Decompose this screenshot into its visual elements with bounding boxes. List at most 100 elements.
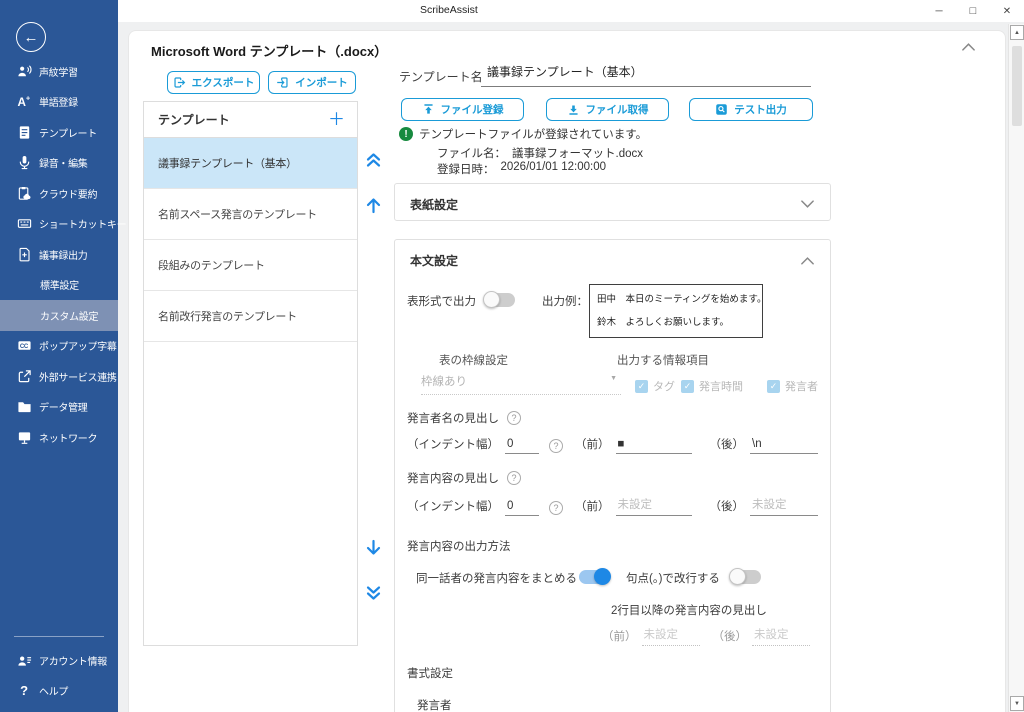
- file-name-row: ファイル名： 議事録フォーマット.docx: [437, 145, 643, 161]
- import-button[interactable]: インポート: [268, 71, 356, 94]
- export-button[interactable]: エクスポート: [167, 71, 260, 94]
- test-output-button[interactable]: テスト出力: [689, 98, 813, 121]
- vertical-scrollbar[interactable]: ▲ ▼: [1008, 24, 1024, 712]
- registered-date-value: 2026/01/01 12:00:00: [501, 161, 607, 177]
- checkbox-speaker-group: ✓発言者: [767, 378, 818, 394]
- merge-toggle-label: 同一話者の発言内容をまとめる: [416, 570, 577, 586]
- minimize-button[interactable]: ─: [924, 0, 954, 22]
- help-icon[interactable]: ?: [549, 439, 563, 453]
- indent-width-label: （インデント幅）: [407, 498, 499, 516]
- sidebar-item-shortcut-keys[interactable]: ショートカットキー: [0, 209, 118, 240]
- add-template-button[interactable]: ＋: [328, 111, 345, 128]
- sidebar-item-voiceprint[interactable]: 声紋学習: [0, 56, 118, 87]
- maximize-button[interactable]: □: [958, 0, 988, 22]
- document-icon: [16, 124, 32, 140]
- account-icon: [16, 652, 32, 668]
- move-top-button[interactable]: [362, 147, 384, 171]
- template-list-item[interactable]: 議事録テンプレート（基本）: [144, 138, 357, 189]
- speaker-after-input[interactable]: \n: [750, 438, 818, 454]
- minimize-icon: ─: [935, 6, 942, 17]
- template-name-input[interactable]: 議事録テンプレート（基本）: [481, 63, 811, 87]
- sidebar-item-label: 単語登録: [39, 94, 78, 109]
- sidebar-item-account-info[interactable]: アカウント情報: [0, 645, 118, 676]
- sidebar-item-template[interactable]: テンプレート: [0, 117, 118, 148]
- speaker-checkbox-label: 発言者: [785, 378, 818, 394]
- template-list-item[interactable]: 名前スペース発言のテンプレート: [144, 189, 357, 240]
- merge-speaker-toggle[interactable]: [579, 570, 609, 584]
- sidebar-item-label: クラウド要約: [39, 186, 97, 201]
- before-label: （前）: [575, 498, 610, 516]
- speaker-heading-label: 発言者名の見出し: [407, 410, 499, 426]
- file-fetch-button[interactable]: ファイル取得: [546, 98, 669, 121]
- scrollbar-thumb[interactable]: [1012, 46, 1022, 126]
- table-format-toggle[interactable]: [485, 293, 515, 307]
- sidebar-item-external-services[interactable]: 外部サービス連携: [0, 361, 118, 392]
- file-name-value: 議事録フォーマット.docx: [512, 145, 643, 161]
- sidebar-item-label: データ管理: [39, 399, 88, 414]
- period-break-toggle[interactable]: [731, 570, 761, 584]
- back-arrow-icon: ←: [24, 29, 39, 46]
- tag-checkbox: ✓: [635, 380, 648, 393]
- file-register-button[interactable]: ファイル登録: [401, 98, 524, 121]
- back-button[interactable]: ←: [16, 22, 46, 52]
- indent-width-label: （インデント幅）: [407, 436, 499, 454]
- format-speaker-label: 発言者: [417, 697, 452, 712]
- body-settings-title: 本文設定: [410, 252, 458, 269]
- speaker-before-input[interactable]: ■: [616, 438, 692, 454]
- cover-expand-chevron-icon[interactable]: [800, 197, 815, 215]
- window-titlebar: ScribeAssist ─ □ ✕: [118, 0, 1024, 22]
- download-icon: [567, 103, 580, 116]
- output-example-line: 田中 本日のミーティングを始めます。: [597, 288, 755, 311]
- content-heading-inputs-row: （インデント幅） 0 ? （前） 未設定 （後） 未設定: [407, 496, 818, 516]
- status-message: テンプレートファイルが登録されています。: [419, 126, 647, 142]
- output-example-line: 鈴木 よろしくお願いします。: [597, 311, 755, 334]
- page-title: Microsoft Word テンプレート（.docx）: [151, 41, 387, 60]
- sidebar-item-word-register[interactable]: A+ 単語登録: [0, 87, 118, 118]
- scroll-up-button[interactable]: ▲: [1010, 25, 1024, 40]
- help-icon[interactable]: ?: [507, 411, 521, 425]
- status-row: ! テンプレートファイルが登録されています。: [399, 126, 647, 142]
- import-button-label: インポート: [295, 75, 348, 90]
- after-label: （後）: [713, 628, 748, 646]
- sidebar-item-custom-settings[interactable]: カスタム設定: [0, 300, 118, 331]
- move-down-button[interactable]: [362, 535, 384, 559]
- sidebar-item-label: ネットワーク: [39, 430, 97, 445]
- help-icon: ?: [16, 683, 32, 698]
- content-after-input[interactable]: 未設定: [750, 496, 818, 516]
- arrow-down-icon: [364, 538, 383, 557]
- sidebar-item-cloud-summary[interactable]: クラウド要約: [0, 178, 118, 209]
- content-indent-input[interactable]: 0: [505, 500, 539, 516]
- speaker-indent-input[interactable]: 0: [505, 438, 539, 454]
- move-up-button[interactable]: [362, 193, 384, 217]
- sidebar-item-help[interactable]: ? ヘルプ: [0, 676, 118, 707]
- sidebar-item-recording[interactable]: 録音・編集: [0, 148, 118, 179]
- sidebar-item-label: 議事録出力: [39, 247, 88, 262]
- sidebar-item-minutes-output[interactable]: 議事録出力: [0, 239, 118, 270]
- output-example-label: 出力例：: [542, 293, 588, 309]
- upload-icon: [422, 103, 435, 116]
- sidebar-item-label: ポップアップ字幕: [39, 338, 117, 353]
- help-icon[interactable]: ?: [549, 501, 563, 515]
- external-link-icon: [16, 368, 32, 384]
- scroll-up-icon: ▲: [1014, 30, 1020, 36]
- sidebar-item-network[interactable]: ネットワーク: [0, 422, 118, 453]
- body-collapse-chevron-icon[interactable]: [800, 254, 815, 272]
- scroll-down-button[interactable]: ▼: [1010, 696, 1024, 711]
- clipboard-cloud-icon: [16, 185, 32, 201]
- move-bottom-button[interactable]: [362, 581, 384, 605]
- scroll-down-icon: ▼: [1014, 701, 1020, 707]
- collapse-card-chevron-icon[interactable]: [961, 41, 976, 59]
- before-label: （前）: [602, 628, 637, 646]
- cover-settings-section[interactable]: 表紙設定: [394, 183, 831, 221]
- period-break-label: 句点(。)で改行する: [626, 570, 720, 586]
- template-list-panel: テンプレート ＋ 議事録テンプレート（基本） 名前スペース発言のテンプレート 段…: [143, 101, 358, 646]
- template-list-item[interactable]: 名前改行発言のテンプレート: [144, 291, 357, 342]
- close-button[interactable]: ✕: [992, 0, 1022, 22]
- sidebar-item-data-management[interactable]: データ管理: [0, 392, 118, 423]
- help-icon[interactable]: ?: [507, 471, 521, 485]
- sidebar-item-standard-settings[interactable]: 標準設定: [0, 270, 118, 301]
- sidebar-item-popup-subtitles[interactable]: CC ポップアップ字幕: [0, 331, 118, 362]
- content-before-input[interactable]: 未設定: [616, 496, 692, 516]
- template-list-item[interactable]: 段組みのテンプレート: [144, 240, 357, 291]
- speaker-heading-row: 発言者名の見出し ?: [407, 410, 521, 426]
